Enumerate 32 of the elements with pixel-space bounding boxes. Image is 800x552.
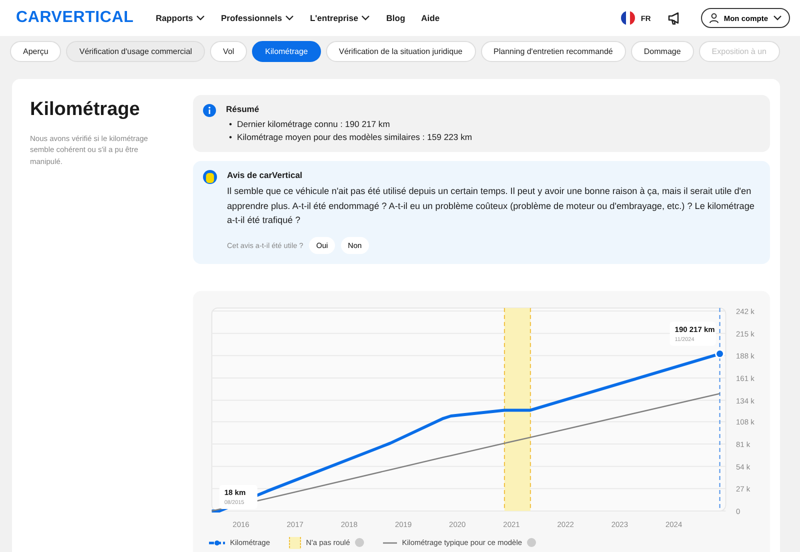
logo[interactable]: CARVERTICAL <box>16 9 134 27</box>
tab[interactable]: Dommage <box>630 41 694 62</box>
tab[interactable]: Kilométrage <box>252 41 321 62</box>
chevron-down-icon <box>284 15 294 21</box>
tab[interactable]: Vol <box>210 41 248 62</box>
nav-link[interactable]: L'entreprise <box>310 13 370 23</box>
summary-title: Résumé <box>226 104 260 114</box>
chevron-down-icon <box>773 15 782 21</box>
tab[interactable]: Aperçu <box>10 41 62 62</box>
tab[interactable]: Planning d'entretien recommandé <box>480 41 626 62</box>
info-icon <box>203 104 216 117</box>
mascot-icon <box>203 170 217 184</box>
bullet: • <box>229 118 232 131</box>
chevron-down-icon <box>196 15 205 21</box>
nav-link[interactable]: Aide <box>421 13 440 23</box>
summary-item: Kilométrage moyen pour des modèles similaires : 159 223 km <box>237 131 472 144</box>
opinion-title: Avis de carVertical <box>227 170 304 180</box>
mileage-legend-icon <box>209 540 225 546</box>
summary-item: Dernier kilométrage connu : 190 217 km <box>237 118 390 131</box>
nav-link[interactable]: Blog <box>386 13 406 23</box>
tab[interactable]: Vérification de la situation juridique <box>326 41 476 62</box>
chevron-down-icon <box>361 15 370 21</box>
nav-link[interactable]: Rapports <box>156 13 205 23</box>
section-title: Kilométrage <box>30 99 141 121</box>
flag-icon <box>620 11 635 25</box>
nav-link[interactable]: Professionnels <box>221 13 294 23</box>
bullet: • <box>229 131 232 144</box>
band-legend-icon <box>289 536 302 549</box>
typical-legend-icon <box>383 540 397 545</box>
user-icon <box>708 13 719 23</box>
opinion-text: Il semble que ce véhicule n'ait pas été utilisé depuis un certain temps. Il peut y avoir une bonne raison à ça, mais il serait utile d'en apprendre plus. A-t-il été endommagé ? A-t-il eu un problème coûteux (problème de moteur ou d'embrayage, etc.) ? Le kilométrage a-t-il été trafiqué ? <box>227 185 756 228</box>
tab[interactable]: Vérification d'usage commercial <box>66 41 206 62</box>
